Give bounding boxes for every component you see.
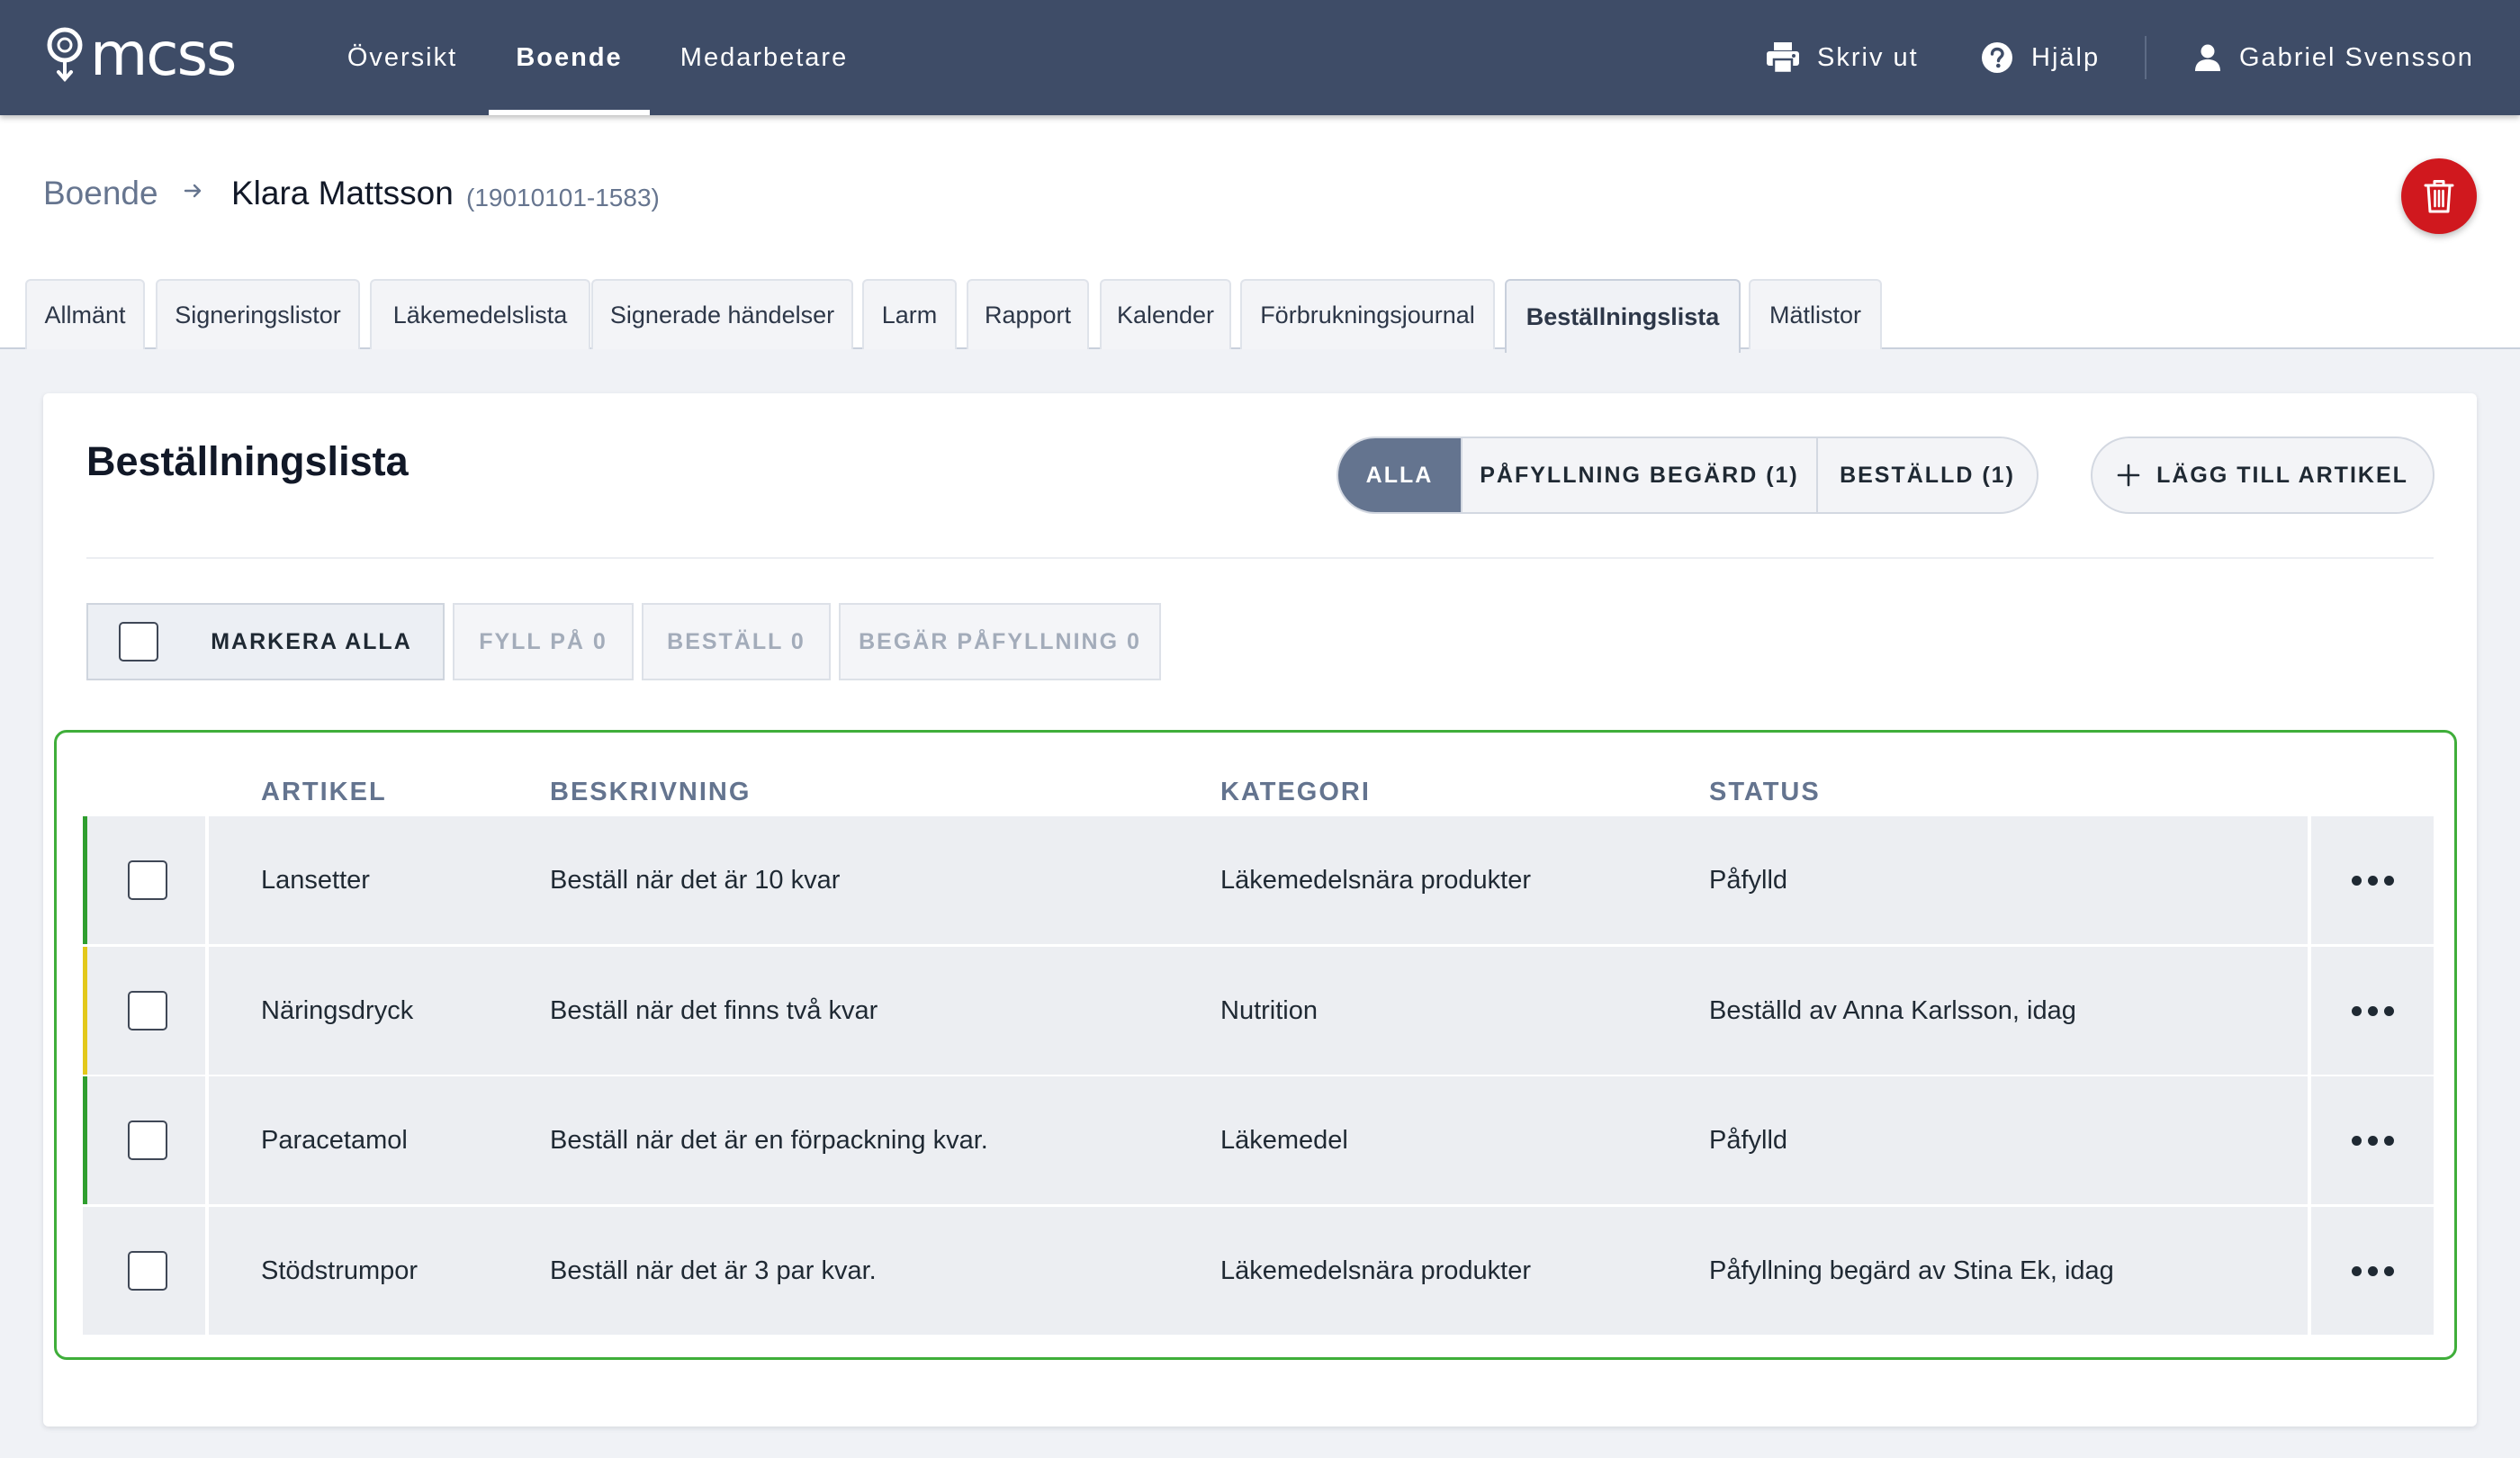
select-all-checkbox[interactable]	[119, 622, 159, 662]
question-circle-icon	[1982, 42, 2012, 73]
table-row[interactable]: Paracetamol Beställ när det är en förpac…	[83, 1076, 2434, 1204]
more-horizontal-icon	[2351, 1005, 2362, 1016]
row-checkbox-cell	[83, 1076, 209, 1204]
row-more-button[interactable]	[2308, 1207, 2434, 1335]
trash-icon	[2424, 180, 2454, 213]
user-icon	[2195, 44, 2220, 71]
tab-bestallningslista[interactable]: Beställningslista	[1505, 279, 1741, 353]
delete-resident-button[interactable]	[2401, 158, 2477, 234]
select-all-button[interactable]: MARKERA ALLA	[86, 603, 445, 680]
resident-header: Boende Klara Mattsson (19010101-1583) Al…	[0, 115, 2520, 353]
user-menu[interactable]: Gabriel Svensson	[2194, 0, 2474, 115]
help-label: Hjälp	[2031, 42, 2101, 72]
row-article: Lansetter	[261, 865, 370, 895]
tab-signeringslistor[interactable]: Signeringslistor	[156, 279, 360, 349]
filter-refill-requested[interactable]: PÅFYLLNING BEGÄRD (1)	[1461, 438, 1816, 512]
fill-button[interactable]: FYLL PÅ 0	[453, 603, 634, 680]
table-row[interactable]: Lansetter Beställ när det är 10 kvar Läk…	[83, 816, 2434, 944]
row-article: Stödstrumpor	[261, 1256, 418, 1285]
add-article-label: LÄGG TILL ARTIKEL	[2156, 462, 2408, 488]
tab-lakemedelslista[interactable]: Läkemedelslista	[370, 279, 590, 349]
row-more-button[interactable]	[2308, 947, 2434, 1075]
nav-boende[interactable]: Boende	[489, 0, 650, 115]
tab-rapport[interactable]: Rapport	[967, 279, 1089, 349]
tab-forbrukningsjournal[interactable]: Förbrukningsjournal	[1240, 279, 1495, 349]
add-article-button[interactable]: LÄGG TILL ARTIKEL	[2091, 436, 2434, 514]
more-horizontal-icon	[2383, 1135, 2394, 1146]
tab-kalender[interactable]: Kalender	[1100, 279, 1231, 349]
topbar-divider	[2145, 36, 2146, 79]
row-description: Beställ när det är 10 kvar	[550, 865, 841, 895]
more-horizontal-icon	[2383, 1005, 2394, 1016]
print-label: Skriv ut	[1817, 42, 1919, 72]
print-button[interactable]: Skriv ut	[1767, 0, 1919, 115]
top-navigation-bar: mcss Översikt Boende Medarbetare Skriv u…	[0, 0, 2520, 115]
card-divider	[86, 557, 2434, 559]
logo-text: mcss	[90, 20, 237, 89]
row-status: Påfyllning begärd av Stina Ek, idag	[1709, 1256, 2114, 1285]
row-article: Paracetamol	[261, 1125, 408, 1155]
filter-all[interactable]: ALLA	[1338, 438, 1461, 512]
row-status: Påfylld	[1709, 865, 1788, 895]
arrow-right-icon	[184, 184, 202, 198]
tab-larm[interactable]: Larm	[862, 279, 957, 349]
column-header-status[interactable]: STATUS	[1709, 778, 1821, 807]
user-name: Gabriel Svensson	[2239, 42, 2474, 72]
more-horizontal-icon	[2351, 1265, 2362, 1276]
table-row[interactable]: Stödstrumpor Beställ när det är 3 par kv…	[83, 1207, 2434, 1335]
more-horizontal-icon	[2351, 1135, 2362, 1146]
column-header-article[interactable]: ARTIKEL	[261, 778, 387, 807]
resident-name: Klara Mattsson	[231, 175, 454, 212]
row-status: Beställd av Anna Karlsson, idag	[1709, 995, 2076, 1025]
nav-medarbetare[interactable]: Medarbetare	[668, 0, 860, 115]
breadcrumb-root-link[interactable]: Boende	[43, 175, 158, 212]
row-category: Läkemedel	[1220, 1125, 1348, 1155]
row-description: Beställ när det finns två kvar	[550, 995, 878, 1025]
resident-personal-number: (19010101-1583)	[466, 184, 660, 212]
more-horizontal-icon	[2367, 1005, 2378, 1016]
row-checkbox[interactable]	[128, 1120, 167, 1160]
row-more-button[interactable]	[2308, 1076, 2434, 1204]
plus-icon	[2117, 464, 2140, 487]
row-checkbox-cell	[83, 816, 209, 944]
more-horizontal-icon	[2351, 875, 2362, 886]
more-horizontal-icon	[2367, 1135, 2378, 1146]
order-button[interactable]: BESTÄLL 0	[642, 603, 831, 680]
order-table: ARTIKEL BESKRIVNING KATEGORI STATUS Lans…	[54, 730, 2457, 1360]
row-checkbox-cell	[83, 1207, 209, 1335]
table-row[interactable]: Näringsdryck Beställ när det finns två k…	[83, 947, 2434, 1075]
select-all-label: MARKERA ALLA	[211, 628, 412, 654]
row-status: Påfylld	[1709, 1125, 1788, 1155]
app-logo[interactable]: mcss	[45, 20, 237, 89]
tab-allmant[interactable]: Allmänt	[25, 279, 145, 349]
more-horizontal-icon	[2383, 1265, 2394, 1276]
row-description: Beställ när det är 3 par kvar.	[550, 1256, 877, 1285]
row-checkbox[interactable]	[128, 991, 167, 1030]
tab-matlistor[interactable]: Mätlistor	[1749, 279, 1882, 349]
row-more-button[interactable]	[2308, 816, 2434, 944]
tab-signerade-handelser[interactable]: Signerade händelser	[591, 279, 853, 349]
status-filter-group: ALLA PÅFYLLNING BEGÄRD (1) BESTÄLLD (1)	[1336, 436, 2038, 514]
row-article: Näringsdryck	[261, 995, 414, 1025]
column-header-category[interactable]: KATEGORI	[1220, 778, 1371, 807]
more-horizontal-icon	[2367, 1265, 2378, 1276]
row-checkbox-cell	[83, 947, 209, 1075]
page-title: Beställningslista	[86, 438, 409, 484]
column-header-description[interactable]: BESKRIVNING	[550, 778, 751, 807]
row-checkbox[interactable]	[128, 1251, 167, 1291]
row-description: Beställ när det är en förpackning kvar.	[550, 1125, 988, 1155]
help-button[interactable]: Hjälp	[1981, 0, 2100, 115]
request-refill-button[interactable]: BEGÄR PÅFYLLNING 0	[839, 603, 1161, 680]
row-category: Nutrition	[1220, 995, 1318, 1025]
filter-ordered[interactable]: BESTÄLLD (1)	[1816, 438, 2037, 512]
order-list-card: Beställningslista ALLA PÅFYLLNING BEGÄRD…	[43, 393, 2477, 1426]
more-horizontal-icon	[2367, 875, 2378, 886]
nav-oversikt[interactable]: Översikt	[333, 0, 472, 115]
row-category: Läkemedelsnära produkter	[1220, 865, 1531, 895]
more-horizontal-icon	[2383, 875, 2394, 886]
row-category: Läkemedelsnära produkter	[1220, 1256, 1531, 1285]
printer-icon	[1767, 42, 1799, 73]
row-checkbox[interactable]	[128, 860, 167, 900]
mcss-logo-icon	[47, 27, 83, 83]
